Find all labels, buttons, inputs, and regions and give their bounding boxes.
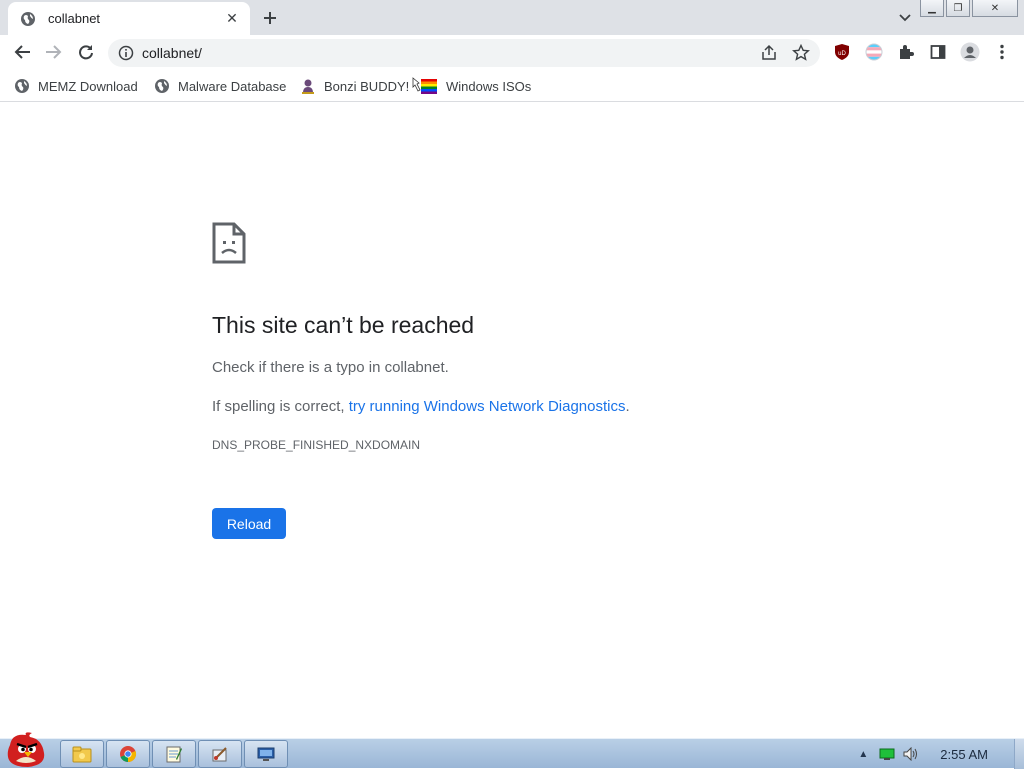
refresh-icon xyxy=(79,45,93,60)
side-panel-button[interactable] xyxy=(926,40,950,64)
window-controls: ▁ ❐ ✕ xyxy=(918,0,1018,17)
address-bar[interactable]: collabnet/ xyxy=(108,39,820,67)
network-status-icon xyxy=(879,748,895,760)
back-arrow-icon xyxy=(14,45,30,59)
url-text[interactable]: collabnet/ xyxy=(142,45,202,61)
network-diagnostics-link[interactable]: try running Windows Network Diagnostics xyxy=(349,398,626,415)
ublock-origin-icon: uD xyxy=(835,44,849,60)
error-title: This site can’t be reached xyxy=(212,312,475,338)
taskbar-chrome-button[interactable] xyxy=(106,740,150,768)
bookmark-label: Malware Database xyxy=(178,78,287,94)
forward-button[interactable] xyxy=(42,40,66,64)
taskbar-paint-button[interactable] xyxy=(198,740,242,768)
back-button[interactable] xyxy=(10,40,34,64)
speaker-icon xyxy=(903,747,918,761)
bookmark-label: Bonzi BUDDY! xyxy=(324,78,410,94)
bookmark-bonzi-buddy[interactable]: Bonzi BUDDY! xyxy=(300,76,409,96)
bookmark-label: Windows ISOs xyxy=(446,78,532,94)
network-icon[interactable] xyxy=(878,745,896,763)
error-diagnostics-hint: If spelling is correct, try running Wind… xyxy=(212,398,630,415)
side-panel-icon xyxy=(930,45,946,59)
globe-icon xyxy=(15,79,29,93)
notepad-icon xyxy=(166,746,182,763)
diagnostics-prefix: If spelling is correct, xyxy=(212,398,349,415)
minimize-button[interactable]: ▁ xyxy=(920,0,944,17)
explorer-icon xyxy=(72,746,92,763)
taskbar-clock[interactable]: 2:55 AM xyxy=(940,747,988,762)
tab-search-button[interactable] xyxy=(894,8,916,28)
new-tab-button[interactable] xyxy=(258,6,282,30)
more-vertical-icon xyxy=(1000,44,1004,60)
trans-flag-extension-button[interactable] xyxy=(862,40,886,64)
taskbar-explorer-button[interactable] xyxy=(60,740,104,768)
globe-icon xyxy=(155,79,169,93)
angry-bird-start-icon[interactable] xyxy=(2,731,52,769)
paint-icon xyxy=(212,747,227,762)
bookmark-malware-database[interactable]: Malware Database xyxy=(154,76,286,96)
bookmarks-bar: MEMZ Download Malware Database Bonzi BUD… xyxy=(0,70,1024,102)
chevron-down-icon xyxy=(899,14,911,22)
svg-text:uD: uD xyxy=(838,51,846,57)
diagnostics-suffix: . xyxy=(625,398,630,415)
volume-icon[interactable] xyxy=(902,745,920,763)
taskbar-notepad-button[interactable] xyxy=(152,740,196,768)
globe-icon xyxy=(21,11,35,26)
tab-strip: collabnet ✕ ▁ ❐ ✕ xyxy=(0,0,1024,35)
tray-expand-icon[interactable]: ▲ xyxy=(854,745,872,763)
profile-button[interactable] xyxy=(958,40,982,64)
extensions-button[interactable] xyxy=(894,40,918,64)
restore-button[interactable]: ❐ xyxy=(946,0,970,17)
trans-flag-icon xyxy=(865,43,883,61)
tab-close-icon[interactable]: ✕ xyxy=(220,7,244,31)
browser-toolbar: collabnet/ uD xyxy=(0,35,1024,70)
bookmark-memz-download[interactable]: MEMZ Download xyxy=(14,76,138,96)
puzzle-piece-icon xyxy=(900,45,914,59)
remote-desktop-icon xyxy=(257,747,275,761)
info-icon[interactable] xyxy=(118,45,134,61)
bonzi-icon xyxy=(302,79,314,94)
sad-document-icon xyxy=(212,222,246,264)
plus-icon xyxy=(264,12,276,24)
forward-arrow-icon xyxy=(46,45,62,59)
bookmark-windows-isos[interactable]: Windows ISOs xyxy=(412,76,531,96)
error-code: DNS_PROBE_FINISHED_NXDOMAIN xyxy=(212,438,421,452)
share-icon[interactable] xyxy=(760,44,778,62)
bookmark-label: MEMZ Download xyxy=(38,78,138,94)
chrome-menu-button[interactable] xyxy=(990,40,1014,64)
close-window-button[interactable]: ✕ xyxy=(972,0,1018,17)
avatar-icon xyxy=(960,42,980,62)
error-typo-hint: Check if there is a typo in collabnet. xyxy=(212,359,449,376)
chrome-icon xyxy=(120,746,137,763)
taskbar-remote-desktop-button[interactable] xyxy=(244,740,288,768)
bookmark-star-icon[interactable] xyxy=(792,44,810,62)
tab-collabnet[interactable]: collabnet ✕ xyxy=(8,2,250,35)
ublock-extension-button[interactable]: uD xyxy=(830,40,854,64)
taskbar: ▲ 2:55 AM xyxy=(0,732,1024,769)
show-desktop-button[interactable] xyxy=(1014,739,1024,769)
windows-flag-icon xyxy=(412,77,437,94)
reload-button[interactable]: Reload xyxy=(212,508,286,539)
tab-title: collabnet xyxy=(48,11,101,26)
system-tray: ▲ 2:55 AM xyxy=(854,739,1024,769)
reload-toolbar-button[interactable] xyxy=(74,40,98,64)
